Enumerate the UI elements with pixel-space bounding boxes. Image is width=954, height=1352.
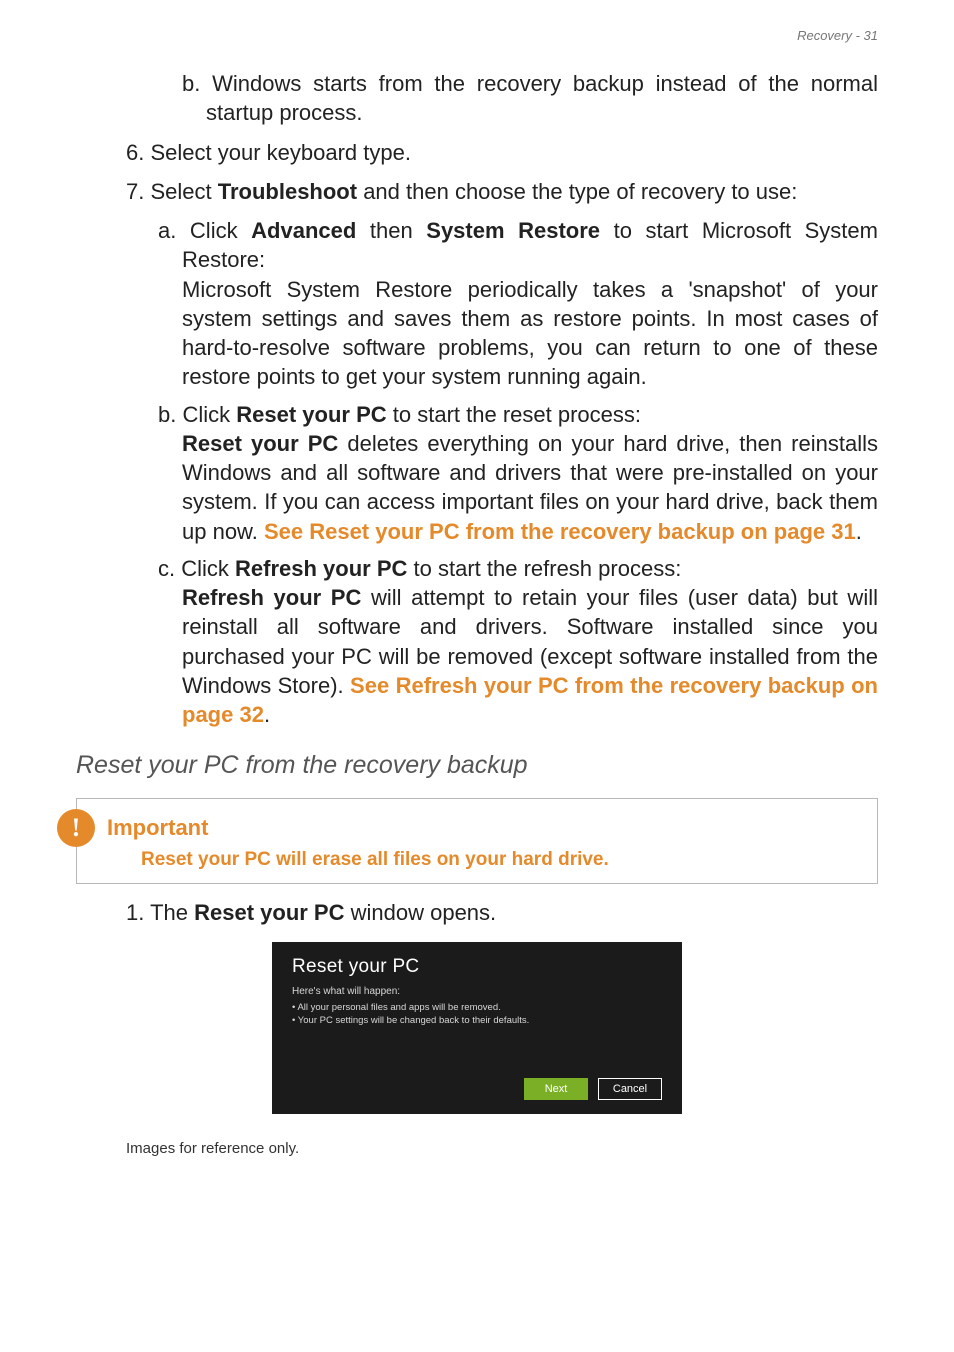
cross-reference-link[interactable]: See Reset your PC from the recovery back… [264,519,856,544]
list-text-part: then [356,218,426,243]
list-text-part: Select [150,179,217,204]
list-prefix: b. [158,402,176,427]
list-prefix: 1. [126,900,144,925]
page: Recovery - 31 b. Windows starts from the… [0,0,954,1352]
important-text: Reset your PC will erase all files on yo… [141,849,863,871]
page-header-right: Recovery - 31 [76,28,878,43]
list-item: b. Windows starts from the recovery back… [76,69,878,128]
list-text-part: Click [190,218,251,243]
dialog-bullet: • Your PC settings will be changed back … [292,1014,662,1028]
dialog-bullet: • All your personal files and apps will … [292,1001,662,1015]
dialog-subtitle: Here's what will happen: [292,986,662,997]
list-text-part: and then choose the type of recovery to … [357,179,797,204]
list-text-part: window opens. [345,900,497,925]
paragraph-text: Refresh your PC will attempt to retain y… [182,583,878,729]
dialog-illustration: Reset your PC Here's what will happen: •… [76,942,878,1115]
bold-text: Refresh your PC [182,585,361,610]
list-prefix: b. [182,71,200,96]
bold-text: Reset your PC [182,431,338,456]
cancel-button[interactable]: Cancel [598,1078,662,1100]
alert-icon: ! [57,809,95,847]
bold-text: Advanced [251,218,356,243]
list-prefix: 6. [126,140,144,165]
list-text-part: to start the refresh process: [407,556,681,581]
footnote-text: Images for reference only. [76,1140,878,1157]
paragraph-text: Reset your PC deletes everything on your… [182,429,878,546]
list-item: c. Click Refresh your PC to start the re… [76,554,878,730]
next-button[interactable]: Next [524,1078,588,1100]
dialog-title: Reset your PC [292,956,662,978]
list-text-part: The [150,900,194,925]
paragraph-text: Microsoft System Restore periodically ta… [182,275,878,392]
bold-text: Troubleshoot [218,179,357,204]
list-item: a. Click Advanced then System Restore to… [76,216,878,392]
list-text: Select your keyboard type. [150,140,410,165]
reset-pc-dialog: Reset your PC Here's what will happen: •… [272,942,682,1115]
list-item: 7. Select Troubleshoot and then choose t… [76,177,878,206]
bold-text: System Restore [426,218,600,243]
list-item: 6. Select your keyboard type. [76,138,878,167]
list-prefix: c. [158,556,175,581]
list-text-part: Click [182,402,236,427]
section-heading: Reset your PC from the recovery backup [76,751,878,780]
bold-text: Refresh your PC [235,556,407,581]
dialog-button-row: Next Cancel [292,1078,662,1100]
list-item: 1. The Reset your PC window opens. [76,898,878,927]
list-text-part: . [264,702,270,727]
list-prefix: a. [158,218,176,243]
important-callout: ! Important Reset your PC will erase all… [76,798,878,884]
list-text-part: Click [175,556,235,581]
list-text-part: to start the reset process: [387,402,641,427]
important-title: Important [107,815,208,841]
bold-text: Reset your PC [194,900,344,925]
dialog-bullets: • All your personal files and apps will … [292,1001,662,1029]
list-item: b. Click Reset your PC to start the rese… [76,400,878,546]
list-text: Windows starts from the recovery backup … [206,71,878,125]
list-text-part: . [856,519,862,544]
important-title-row: ! Important [91,809,863,847]
list-prefix: 7. [126,179,144,204]
bold-text: Reset your PC [236,402,386,427]
